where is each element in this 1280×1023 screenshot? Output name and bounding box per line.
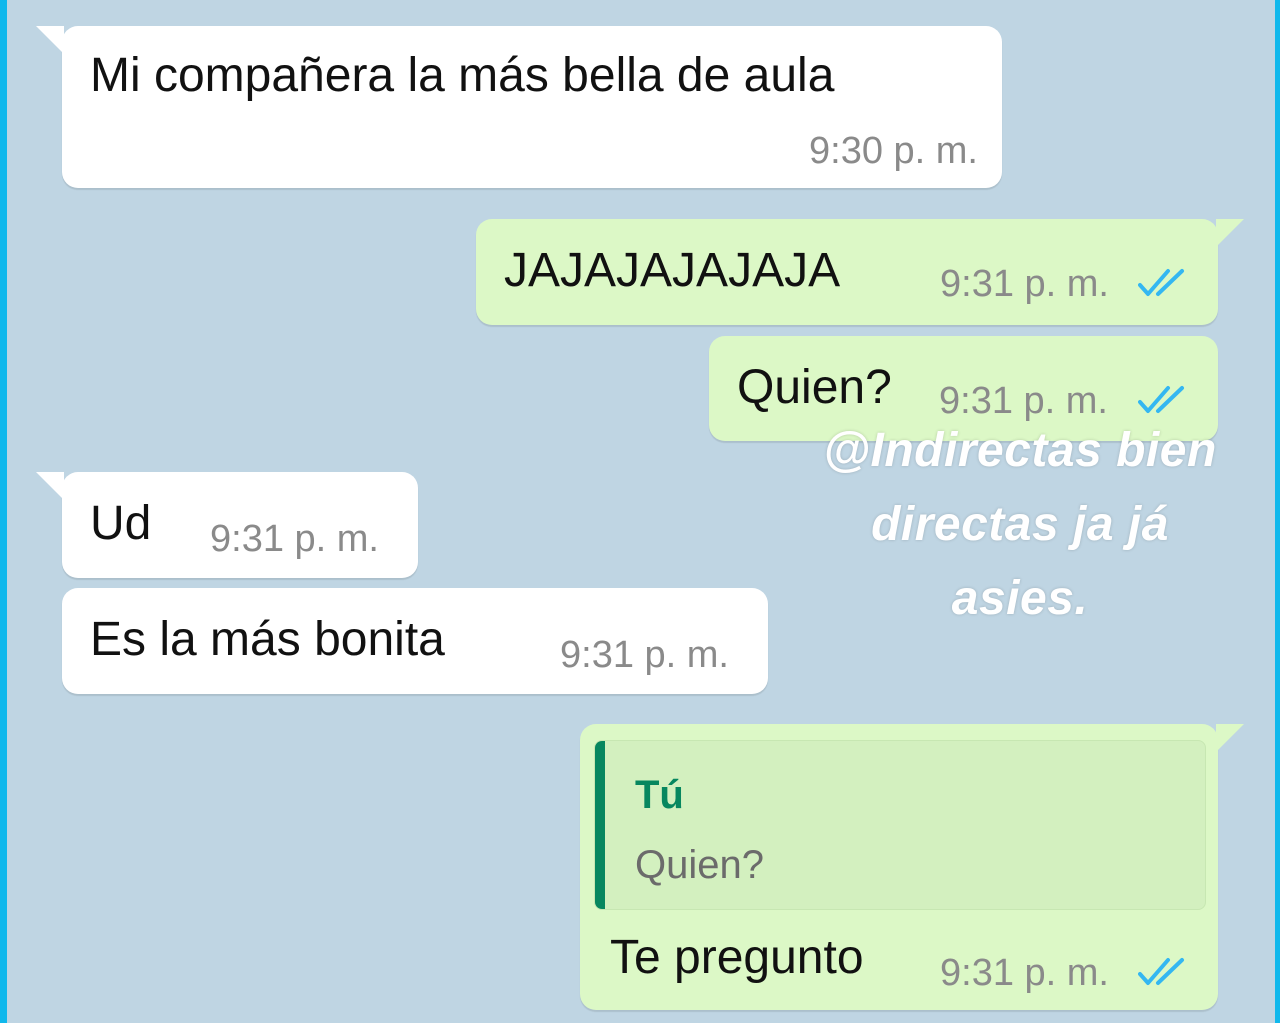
message-time: 9:31 p. m. (940, 263, 1109, 305)
message-time: 9:31 p. m. (560, 634, 729, 676)
bubble-tail (1216, 724, 1244, 752)
quoted-author: Tú (635, 773, 684, 817)
message-text: JAJAJAJAJAJA (504, 244, 841, 297)
message-time: 9:31 p. m. (210, 518, 379, 560)
bubble-tail (1216, 219, 1244, 247)
message-text: Ud (90, 497, 152, 550)
outgoing-reply-message-bubble[interactable]: Tú Quien? Te pregunto 9:31 p. m. (580, 724, 1244, 1010)
incoming-message-bubble[interactable]: Es la más bonita 9:31 p. m. (62, 588, 768, 694)
watermark-line: directas ja já (871, 498, 1169, 551)
incoming-message-bubble[interactable]: Ud 9:31 p. m. (36, 472, 418, 578)
message-time: 9:31 p. m. (940, 952, 1109, 994)
watermark-caption: @Indirectas bien directas ja já asies. (760, 414, 1280, 636)
quoted-message[interactable]: Tú Quien? (594, 740, 1206, 910)
bubble-tail (36, 472, 64, 500)
incoming-message-bubble[interactable]: Mi compañera la más bella de aula 9:30 p… (36, 26, 1002, 188)
bubble-tail (36, 26, 64, 54)
message-text: Es la más bonita (90, 613, 445, 666)
double-check-read-icon (1138, 386, 1184, 413)
screen-edge-left (0, 0, 7, 1023)
message-text: Mi compañera la más bella de aula (90, 49, 835, 102)
quoted-text: Quien? (635, 843, 764, 887)
outgoing-message-bubble[interactable]: JAJAJAJAJAJA 9:31 p. m. (476, 219, 1244, 325)
message-time: 9:30 p. m. (809, 130, 978, 172)
quote-accent-bar (595, 741, 605, 909)
message-text: Te pregunto (610, 931, 864, 984)
watermark-line: @Indirectas bien (823, 424, 1217, 477)
message-text: Quien? (737, 361, 892, 414)
double-check-read-icon (1138, 958, 1184, 985)
double-check-read-icon (1138, 269, 1184, 296)
watermark-line: asies. (951, 572, 1089, 625)
